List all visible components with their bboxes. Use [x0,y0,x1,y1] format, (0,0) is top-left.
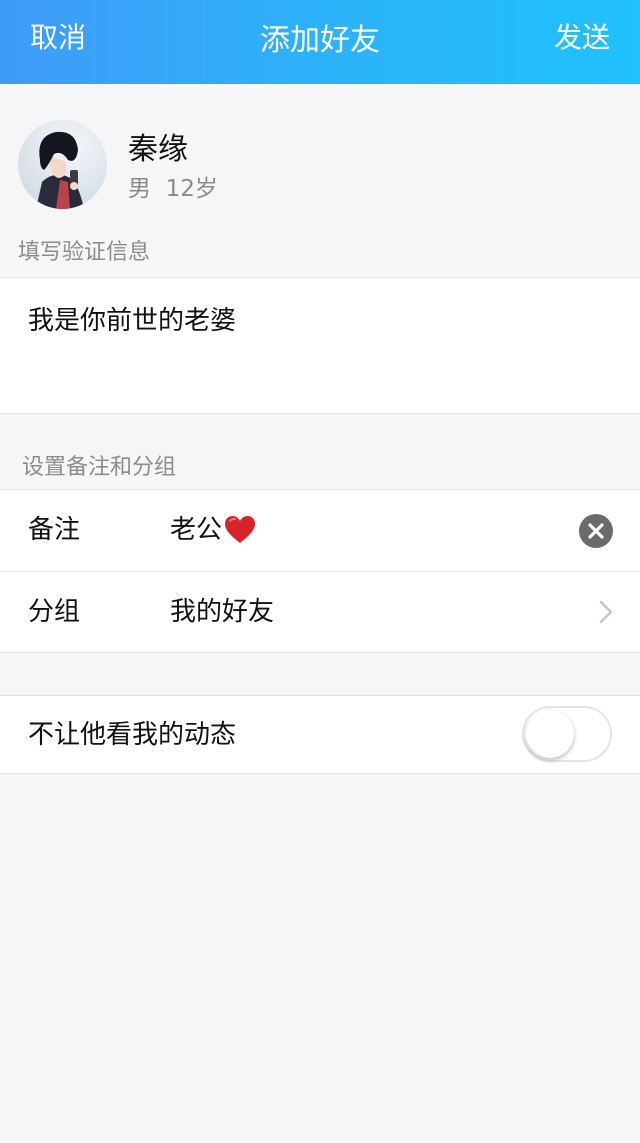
send-button[interactable]: 发送 [554,20,610,56]
nav-bar: 取消 添加好友 发送 [0,0,640,84]
clear-icon[interactable] [579,514,613,548]
privacy-list: 不让他看我的动态 [0,695,640,774]
remark-value-text: 老公 [170,515,223,545]
profile-gender: 男 [128,176,151,202]
verification-input[interactable]: 我是你前世的老婆 [0,277,640,414]
hide-moments-row: 不让他看我的动态 [0,696,640,773]
heart-icon [225,516,256,543]
profile-age: 12岁 [165,176,218,202]
group-row[interactable]: 分组 我的好友 [0,571,640,652]
profile-name: 秦缘 [128,132,188,167]
hide-moments-toggle[interactable] [522,706,612,762]
verification-message: 我是你前世的老婆 [28,306,237,336]
remark-label: 备注 [28,515,81,545]
profile-meta: 男 12岁 [128,174,218,204]
profile-header: 秦缘 男 12岁 [0,84,640,234]
chevron-right-icon [599,600,613,624]
remark-value[interactable]: 老公 [170,513,256,547]
hide-moments-label: 不让他看我的动态 [28,720,237,750]
remark-row[interactable]: 备注 老公 [0,490,640,571]
group-label: 分组 [28,597,81,627]
group-value: 我的好友 [170,597,275,627]
verification-section-label: 填写验证信息 [18,240,151,265]
settings-section-label: 设置备注和分组 [22,455,177,480]
toggle-knob [526,710,574,758]
avatar-image [18,120,107,209]
remark-group-list: 备注 老公 分组 我的好友 [0,489,640,653]
avatar[interactable] [18,120,107,209]
page-title: 添加好友 [260,23,380,58]
